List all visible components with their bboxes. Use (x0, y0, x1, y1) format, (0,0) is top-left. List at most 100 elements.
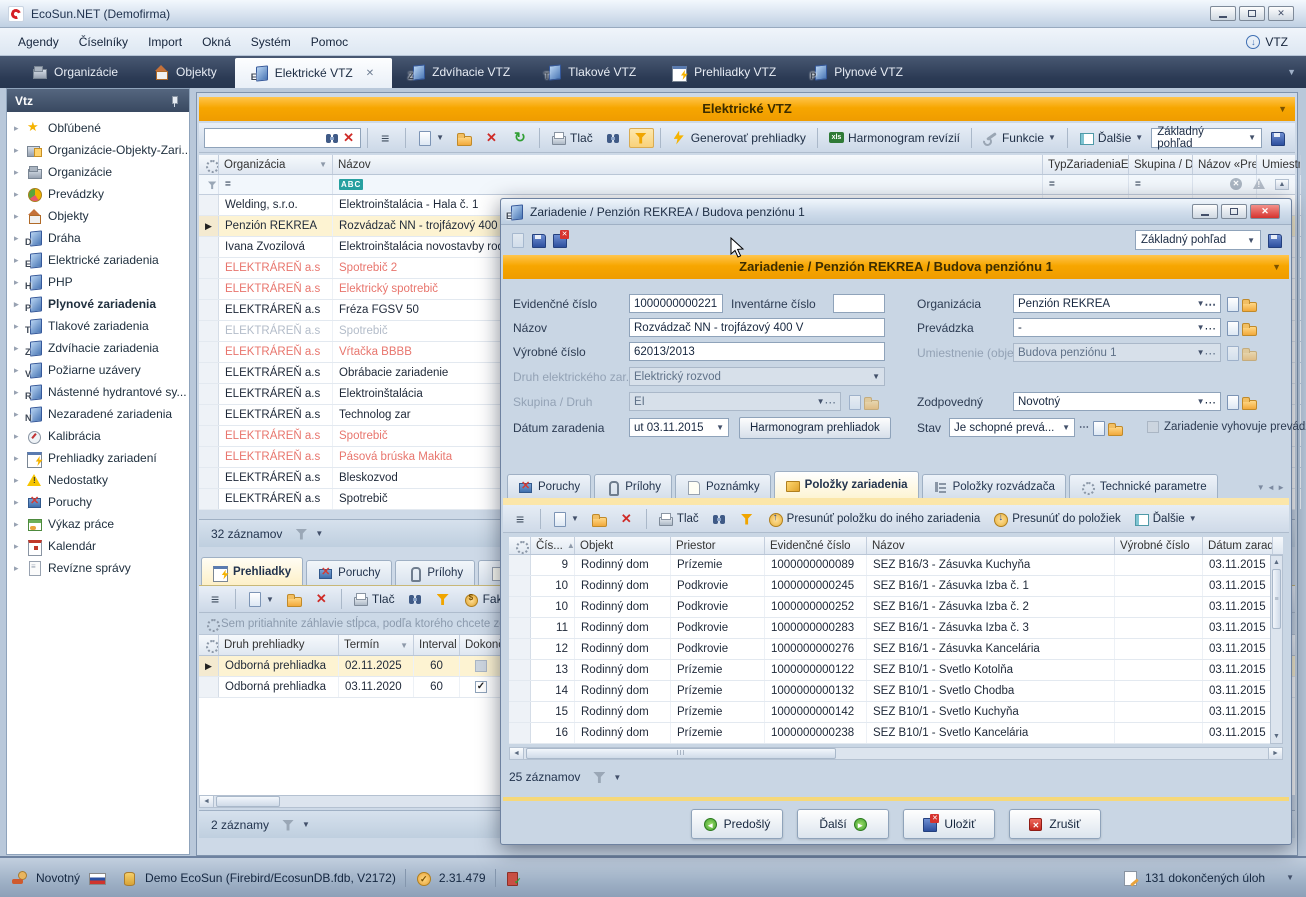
prevadzka-select[interactable]: -▼⋯ (1013, 318, 1221, 337)
menu-item[interactable]: Agendy (8, 31, 69, 53)
column-header[interactable]: Názov (333, 155, 1043, 174)
tab-pr-lohy[interactable]: Prílohy (395, 560, 475, 585)
sidebar-item-n-stenn-hydrantov-sy-[interactable]: ▸RNástenné hydrantové sy... (7, 381, 189, 403)
more-button[interactable]: Ďalšie▼ (1129, 509, 1202, 529)
clear-search-icon[interactable] (342, 131, 357, 145)
sidebar-item-plynov-zariadenia[interactable]: ▸PPlynové zariadenia (7, 293, 189, 315)
tab-objekty[interactable]: Objekty (136, 56, 235, 88)
sidebar-item-tlakov-zariadenia[interactable]: ▸TTlakové zariadenia (7, 315, 189, 337)
column-header[interactable]: Interval (414, 635, 460, 655)
filter-button[interactable] (629, 128, 654, 148)
new-record-button[interactable]: ▼ (242, 589, 279, 609)
sidebar-item-dr-ha[interactable]: ▸DDráha (7, 227, 189, 249)
layout-menu-button[interactable] (204, 589, 229, 609)
save-icon[interactable] (531, 233, 546, 247)
tab-prehliadky-vtz[interactable]: Prehliadky VTZ (654, 56, 794, 88)
datum-datepicker[interactable]: ut 03.11.2015▼ (629, 418, 729, 437)
open-folder-icon[interactable] (1242, 321, 1257, 335)
table-row[interactable]: 15Rodinný domPrízemie1000000000142SEZ B1… (509, 702, 1283, 723)
sidebar-item-po-iarne-uz-very[interactable]: ▸VPožiarne uzávery (7, 359, 189, 381)
column-header[interactable]: Výrobné číslo (1115, 537, 1203, 554)
new-document-icon[interactable] (1091, 421, 1106, 435)
language-flag-icon[interactable] (89, 871, 104, 885)
row-indicator-header[interactable] (199, 635, 219, 655)
dialog-vscrollbar[interactable]: ▲≡▼ (1270, 555, 1283, 744)
sidebar-item-elektrick-zariadenia[interactable]: ▸EElektrické zariadenia (7, 249, 189, 271)
sidebar-item-zdv-hacie-zariadenia[interactable]: ▸ZZdvíhacie zariadenia (7, 337, 189, 359)
header-dropdown-icon[interactable]: ▼ (1278, 97, 1287, 121)
maximize-button[interactable] (1239, 6, 1265, 21)
zodpovedny-select[interactable]: Novotný▼⋯ (1013, 392, 1221, 411)
table-row[interactable]: 11Rodinný domPodkrovie1000000000283SEZ B… (509, 618, 1283, 639)
filter-cell[interactable]: = (1043, 175, 1129, 194)
stav-select[interactable]: Je schopné prevá...▼ (949, 418, 1075, 437)
dialog-hscrollbar[interactable]: ◄ III ► (509, 747, 1283, 760)
open-folder-icon[interactable] (1108, 421, 1123, 435)
records-filter-button[interactable]: ▼ (294, 527, 323, 541)
subpanel-hscrollbar[interactable]: ◄ (199, 795, 501, 808)
menu-item[interactable]: Okná (192, 31, 241, 53)
new-document-icon[interactable] (1225, 321, 1240, 335)
print-button[interactable]: Tlač (348, 589, 400, 609)
sidebar-item-php[interactable]: ▸HPHP (7, 271, 189, 293)
column-header[interactable]: Dokonče (460, 635, 503, 655)
table-row[interactable]: 13Rodinný domPrízemie1000000000122SEZ B1… (509, 660, 1283, 681)
filter-cell[interactable] (199, 175, 219, 194)
sidebar-item-prehliadky-zariaden-[interactable]: ▸Prehliadky zariadení (7, 447, 189, 469)
row-indicator-header[interactable] (509, 537, 531, 554)
row-indicator-header[interactable] (199, 155, 219, 174)
vtz-button[interactable]: VTZ (1245, 35, 1298, 49)
save-and-close-icon[interactable] (552, 233, 567, 247)
filter-button[interactable] (735, 509, 760, 529)
menu-item[interactable]: Import (138, 31, 192, 53)
column-header[interactable]: Termín▼ (339, 635, 414, 655)
vyrobne-input[interactable]: 62013/2013 (629, 342, 885, 361)
pin-icon[interactable] (166, 94, 181, 108)
evidencne-input[interactable]: 1000000000221 (629, 294, 723, 313)
column-header[interactable]: TypZariadeniaElektricke (1043, 155, 1129, 174)
column-header[interactable]: Názov «Prevád... (1193, 155, 1257, 174)
gear-icon[interactable] (205, 617, 216, 631)
records-filter-button[interactable]: ▼ (592, 770, 621, 784)
menu-item[interactable]: Pomoc (301, 31, 358, 53)
view-combobox[interactable]: Základný pohľad▼ (1151, 128, 1262, 148)
tab-overflow-icon[interactable]: ▼ (1287, 67, 1306, 77)
menu-item[interactable]: Systém (241, 31, 301, 53)
column-header[interactable]: Dátum zaradenia (1203, 537, 1273, 554)
find-button[interactable] (707, 509, 732, 529)
table-row[interactable]: 10Rodinný domPodkrovie1000000000245SEZ B… (509, 576, 1283, 597)
records-filter-button[interactable]: ▼ (281, 818, 310, 832)
gear-icon[interactable] (514, 539, 525, 553)
tab-polo-ky-zariadenia[interactable]: Položky zariadenia (774, 471, 919, 498)
revision-schedule-button[interactable]: Harmonogram revízií (824, 128, 965, 148)
inventarne-input[interactable] (833, 294, 885, 313)
open-record-button[interactable] (282, 589, 307, 609)
delete-record-button[interactable] (615, 509, 640, 529)
sidebar-item-ob-ben-[interactable]: ▸Obľúbené (7, 117, 189, 139)
print-button[interactable]: Tlač (653, 509, 704, 529)
search-icon[interactable] (325, 131, 340, 145)
view-combobox[interactable]: Základný pohľad▼ (1135, 230, 1261, 250)
table-row[interactable]: 9Rodinný domPrízemie1000000000089SEZ B16… (509, 555, 1283, 576)
column-header[interactable]: Umiestnenie (objekt) (1257, 155, 1301, 174)
tab-poruchy[interactable]: Poruchy (507, 474, 591, 498)
tab-technick-parametre[interactable]: Technické parametre (1069, 474, 1218, 498)
done-checkbox[interactable]: ✓ (475, 681, 487, 693)
find-button[interactable] (403, 589, 428, 609)
new-document-icon[interactable] (1225, 297, 1240, 311)
filter-cell[interactable]: = (219, 175, 333, 194)
close-tab-icon[interactable]: ✕ (366, 68, 374, 79)
done-checkbox[interactable] (475, 660, 487, 672)
filter-cell[interactable]: = (1129, 175, 1193, 194)
new-record-button[interactable]: ▼ (547, 509, 584, 529)
tab-elektrick-vtz[interactable]: EElektrické VTZ✕ (235, 58, 392, 88)
clear-filter-icon[interactable] (1229, 177, 1244, 191)
nazov-input[interactable]: Rozvádzač NN - trojfázový 400 V (629, 318, 885, 337)
open-folder-icon[interactable] (1242, 297, 1257, 311)
banner-dropdown-icon[interactable]: ▼ (1272, 255, 1281, 279)
tab-poruchy[interactable]: Poruchy (306, 560, 392, 585)
column-header[interactable]: Čís...▲ (531, 537, 575, 554)
new-record-button[interactable]: ▼ (412, 128, 449, 148)
maximize-button[interactable] (1221, 204, 1247, 219)
save-button[interactable]: Uložiť (903, 809, 995, 839)
